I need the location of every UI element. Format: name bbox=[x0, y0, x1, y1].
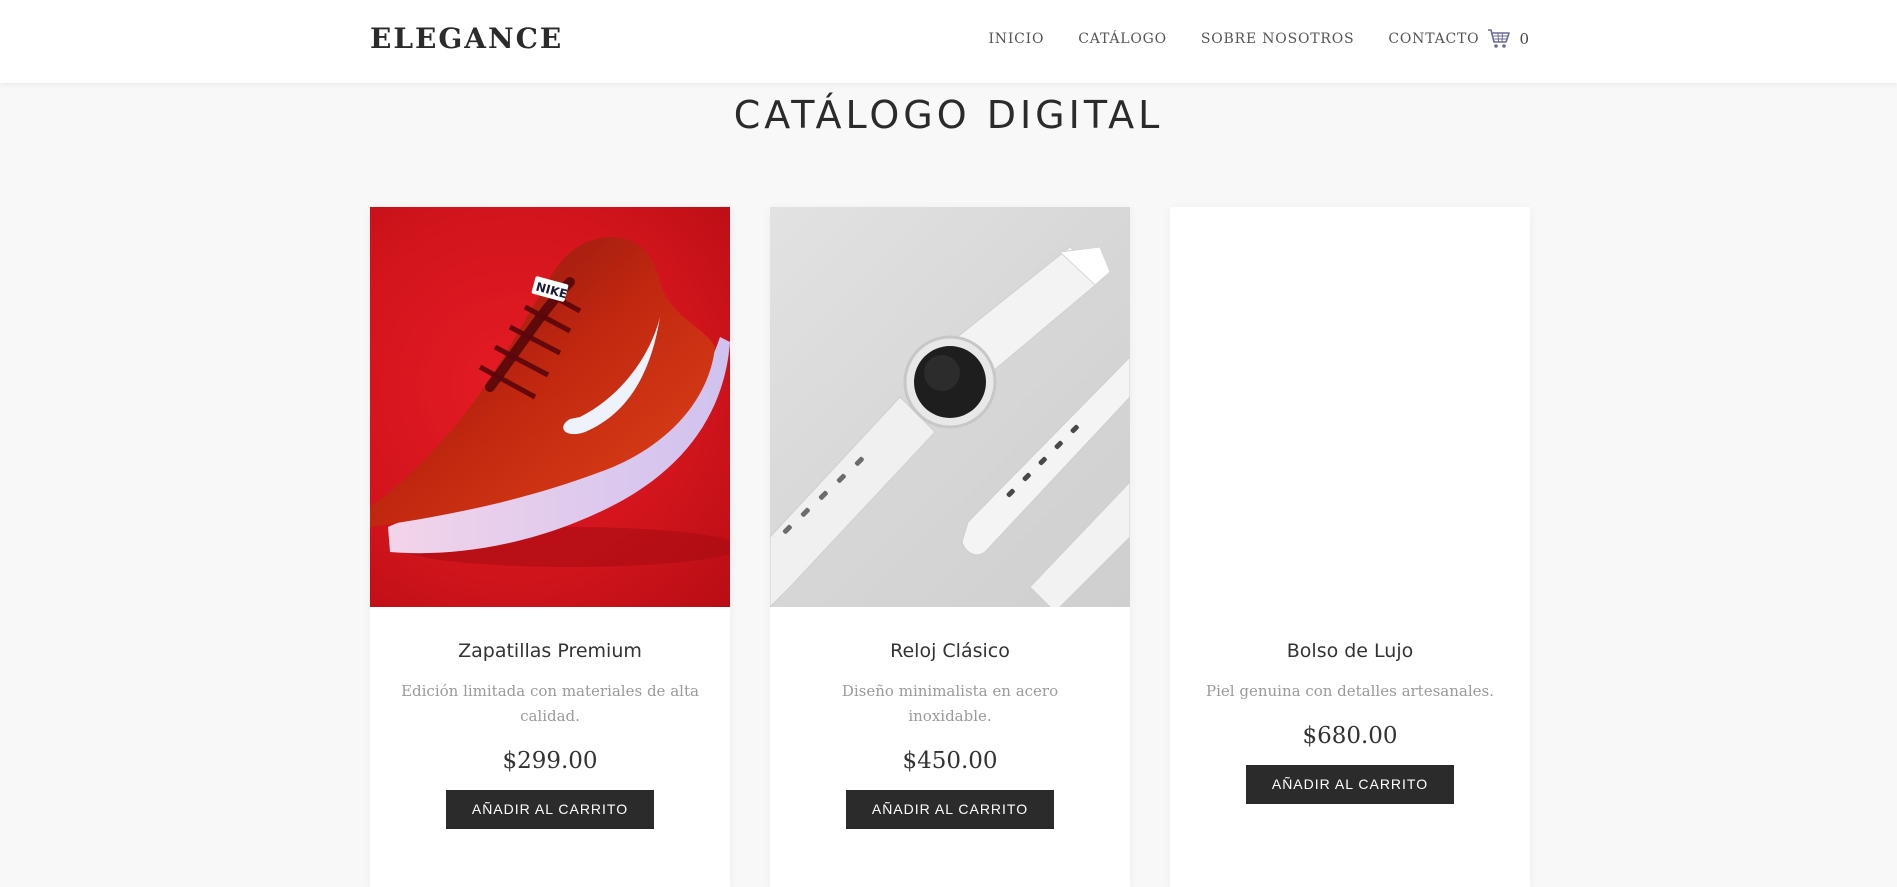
page-title: CATÁLOGO DIGITAL bbox=[733, 93, 1164, 137]
product-info: Reloj Clásico Diseño minimalista en acer… bbox=[770, 607, 1130, 829]
add-to-cart-button[interactable]: AÑADIR AL CARRITO bbox=[846, 790, 1054, 829]
product-price: $299.00 bbox=[502, 748, 598, 774]
nav-item-inicio[interactable]: INICIO bbox=[988, 31, 1044, 47]
product-grid: NIKE Zapatillas Premium Edición limitada… bbox=[370, 207, 1530, 887]
cart-count: 0 bbox=[1519, 30, 1529, 48]
navbar: ELEGANCE INICIO CATÁLOGO SOBRE NOSOTROS … bbox=[0, 0, 1897, 83]
nav-item-catalogo[interactable]: CATÁLOGO bbox=[1078, 31, 1167, 47]
product-name: Zapatillas Premium bbox=[458, 640, 642, 662]
product-image-bag[interactable] bbox=[1170, 207, 1530, 607]
nav-item-contacto[interactable]: CONTACTO bbox=[1388, 31, 1479, 47]
red-sneaker-photo: NIKE bbox=[370, 237, 730, 567]
product-description: Piel genuina con detalles artesanales. bbox=[1206, 682, 1494, 700]
add-to-cart-button[interactable]: AÑADIR AL CARRITO bbox=[446, 790, 654, 829]
product-card: Bolso de Lujo Piel genuina con detalles … bbox=[1170, 207, 1530, 887]
product-card: Reloj Clásico Diseño minimalista en acer… bbox=[770, 207, 1130, 887]
product-image-watch[interactable] bbox=[770, 207, 1130, 607]
nav-links: INICIO CATÁLOGO SOBRE NOSOTROS CONTACTO … bbox=[988, 28, 1529, 50]
product-info: Bolso de Lujo Piel genuina con detalles … bbox=[1170, 607, 1530, 804]
product-card: NIKE Zapatillas Premium Edición limitada… bbox=[370, 207, 730, 887]
product-name: Bolso de Lujo bbox=[1286, 640, 1414, 662]
product-price: $450.00 bbox=[902, 748, 998, 774]
nav-item-sobre-nosotros[interactable]: SOBRE NOSOTROS bbox=[1201, 31, 1355, 47]
product-name: Reloj Clásico bbox=[890, 640, 1010, 662]
product-price: $680.00 bbox=[1302, 723, 1398, 749]
shopping-cart-icon bbox=[1488, 29, 1511, 48]
product-description: Edición limitada con materiales de alta … bbox=[401, 682, 699, 725]
product-description: Diseño minimalista en acero inoxidable. bbox=[841, 682, 1059, 725]
cart-button[interactable]: 0 bbox=[1487, 28, 1529, 50]
product-info: Zapatillas Premium Edición limitada con … bbox=[370, 607, 730, 829]
add-to-cart-button[interactable]: AÑADIR AL CARRITO bbox=[1246, 765, 1454, 804]
brand-logo[interactable]: ELEGANCE bbox=[370, 22, 563, 55]
white-smartwatch-photo bbox=[770, 246, 1130, 607]
product-image-sneaker[interactable]: NIKE bbox=[370, 207, 730, 607]
